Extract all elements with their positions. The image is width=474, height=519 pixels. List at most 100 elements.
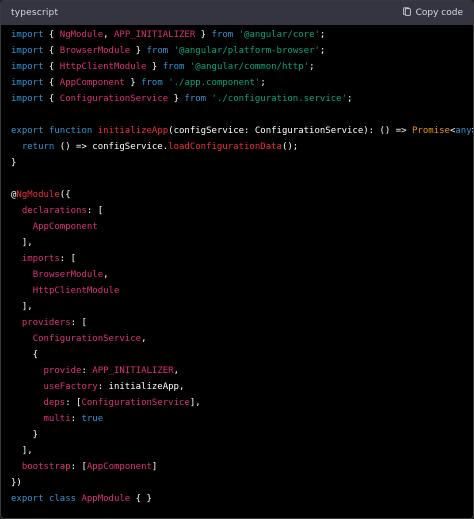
code-line: ], bbox=[11, 235, 466, 251]
code-token: : [ bbox=[70, 318, 87, 328]
copy-code-button[interactable]: Copy code bbox=[402, 6, 463, 20]
code-token: './app.component' bbox=[168, 78, 261, 88]
language-label: typescript bbox=[11, 8, 59, 18]
code-token: import bbox=[11, 46, 44, 56]
code-line: multi: true bbox=[11, 411, 466, 427]
code-token: : initializeApp, bbox=[97, 382, 185, 392]
code-token: }) bbox=[11, 478, 22, 488]
code-token: AppComponent bbox=[32, 222, 98, 232]
code-token: '@angular/core' bbox=[238, 30, 320, 40]
code-token: return bbox=[21, 142, 55, 152]
code-line: providers: [ bbox=[11, 315, 466, 331]
code-token: import bbox=[11, 78, 44, 88]
code-line: ], bbox=[11, 443, 466, 459]
code-token: ; bbox=[309, 62, 315, 72]
code-token: NgModule bbox=[59, 30, 104, 40]
code-token: } bbox=[168, 94, 185, 104]
code-token: ConfigurationService bbox=[32, 334, 142, 344]
code-token: '@angular/platform-browser' bbox=[173, 46, 320, 56]
code-token: Promise bbox=[412, 126, 450, 136]
code-line: AppComponent bbox=[11, 219, 466, 235]
code-token: , bbox=[103, 30, 114, 40]
code-token: : [ bbox=[70, 462, 87, 472]
code-token: loadConfigurationData bbox=[168, 142, 282, 152]
code-token: './configuration.service' bbox=[211, 94, 347, 104]
code-token: from bbox=[184, 94, 207, 104]
code-token: ] bbox=[151, 462, 158, 472]
code-line: }) bbox=[11, 475, 466, 491]
code-line: import { NgModule, APP_INITIALIZER } fro… bbox=[11, 27, 466, 43]
code-token: class bbox=[48, 494, 77, 504]
code-line: ], bbox=[11, 299, 466, 315]
code-token: () => configService. bbox=[54, 142, 169, 152]
code-line: HttpClientModule bbox=[11, 283, 466, 299]
code-token: HttpClientModule bbox=[59, 62, 147, 72]
code-token: provide bbox=[43, 366, 82, 376]
code-token: (); bbox=[281, 142, 299, 152]
code-line: @NgModule({ bbox=[11, 187, 466, 203]
code-line: imports: [ bbox=[11, 251, 466, 267]
code-token: , bbox=[141, 334, 147, 344]
code-line: ConfigurationService, bbox=[11, 331, 466, 347]
code-token: APP_INITIALIZER bbox=[92, 366, 174, 376]
code-token: from bbox=[141, 78, 163, 88]
code-token: ; bbox=[319, 46, 326, 56]
code-token: ], bbox=[11, 446, 33, 456]
code-token: export bbox=[11, 494, 44, 504]
code-token: (configService: ConfigurationService): (… bbox=[168, 126, 413, 136]
code-token: : bbox=[81, 366, 93, 376]
code-block-header: typescript Copy code bbox=[1, 1, 473, 25]
code-token: { } bbox=[130, 494, 152, 504]
code-token: , bbox=[173, 366, 179, 376]
code-line: bootstrap: [AppComponent] bbox=[11, 459, 466, 475]
code-line: import { AppComponent } from './app.comp… bbox=[11, 75, 466, 91]
code-token: from bbox=[146, 46, 169, 56]
code-token: imports bbox=[21, 254, 60, 264]
code-token: AppComponent bbox=[86, 462, 152, 472]
code-token: { bbox=[43, 78, 60, 88]
code-token: deps bbox=[43, 398, 66, 408]
code-token: , bbox=[103, 270, 109, 280]
code-token: ({ bbox=[59, 190, 71, 200]
code-token: export bbox=[11, 126, 44, 136]
code-line: export class AppModule { } bbox=[11, 491, 466, 507]
code-token: import bbox=[11, 94, 44, 104]
code-token: : [ bbox=[65, 398, 82, 408]
code-token: : [ bbox=[86, 206, 104, 216]
code-token: ; bbox=[319, 30, 326, 40]
code-token: } bbox=[124, 78, 142, 88]
code-token: : bbox=[70, 414, 82, 424]
code-token: ], bbox=[11, 238, 33, 248]
code-token: { bbox=[11, 350, 39, 360]
code-token: AppComponent bbox=[59, 78, 125, 88]
code-token: initializeApp bbox=[97, 126, 169, 136]
code-token: BrowserModule bbox=[59, 46, 131, 56]
code-token: } bbox=[130, 46, 147, 56]
code-token: true bbox=[81, 414, 104, 424]
code-token: useFactory bbox=[43, 382, 98, 392]
code-token: ], bbox=[11, 302, 33, 312]
code-line: import { HttpClientModule } from '@angul… bbox=[11, 59, 466, 75]
code-token: } bbox=[195, 30, 212, 40]
code-line: BrowserModule, bbox=[11, 267, 466, 283]
code-line: provide: APP_INITIALIZER, bbox=[11, 363, 466, 379]
code-token: import bbox=[11, 62, 44, 72]
code-token: ; bbox=[347, 94, 353, 104]
code-token: } bbox=[11, 158, 17, 168]
code-token: APP_INITIALIZER bbox=[113, 30, 196, 40]
code-token: ; bbox=[260, 78, 266, 88]
code-line: export function initializeApp(configServ… bbox=[11, 123, 473, 139]
code-token: from bbox=[211, 30, 234, 40]
code-token: ], bbox=[189, 398, 201, 408]
